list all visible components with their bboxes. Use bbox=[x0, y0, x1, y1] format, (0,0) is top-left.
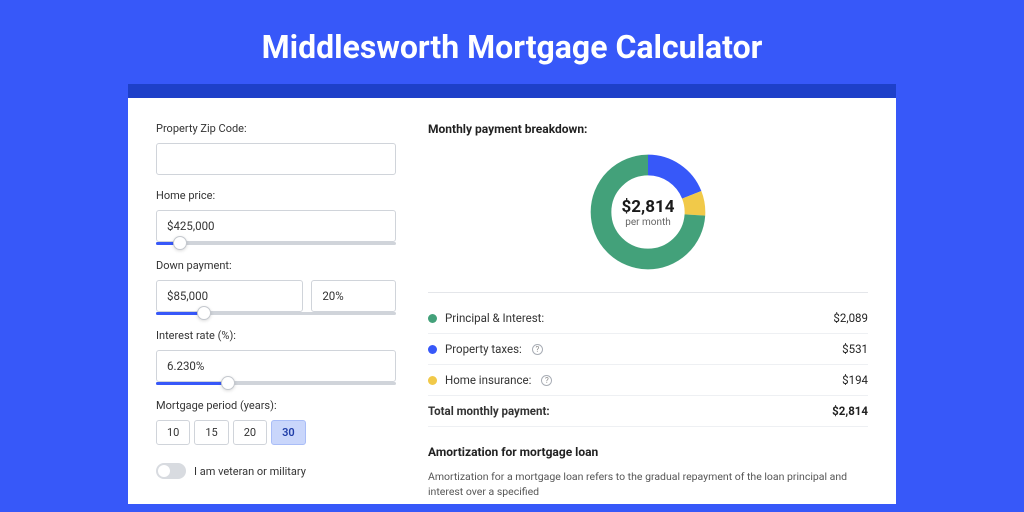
amortization-body: Amortization for a mortgage loan refers … bbox=[428, 469, 868, 499]
down-payment-percent-input[interactable] bbox=[311, 280, 396, 312]
donut-amount: $2,814 bbox=[622, 197, 675, 217]
period-button-group: 10152030 bbox=[156, 420, 396, 445]
veteran-label: I am veteran or military bbox=[194, 465, 306, 478]
info-icon[interactable]: ? bbox=[532, 344, 543, 355]
period-button-10[interactable]: 10 bbox=[156, 420, 190, 445]
zip-label: Property Zip Code: bbox=[156, 122, 396, 135]
page-title: Middlesworth Mortgage Calculator bbox=[0, 0, 1024, 84]
interest-label: Interest rate (%): bbox=[156, 329, 396, 342]
zip-field: Property Zip Code: bbox=[156, 122, 396, 175]
down-payment-label: Down payment: bbox=[156, 259, 396, 272]
breakdown-heading: Monthly payment breakdown: bbox=[428, 122, 868, 136]
down-payment-field: Down payment: bbox=[156, 259, 396, 315]
veteran-row: I am veteran or military bbox=[156, 463, 396, 479]
toggle-knob bbox=[158, 465, 170, 477]
breakdown-label: Principal & Interest: bbox=[445, 311, 544, 325]
legend-dot bbox=[428, 314, 437, 323]
breakdown-label: Property taxes: bbox=[445, 342, 522, 356]
breakdown-value: $2,089 bbox=[833, 311, 868, 325]
breakdown-value: $531 bbox=[842, 342, 868, 356]
legend-dot bbox=[428, 345, 437, 354]
slider-handle[interactable] bbox=[173, 236, 187, 250]
interest-slider[interactable] bbox=[156, 382, 396, 385]
interest-input[interactable] bbox=[156, 350, 396, 382]
total-label: Total monthly payment: bbox=[428, 404, 550, 418]
home-price-slider[interactable] bbox=[156, 242, 396, 245]
breakdown-value: $194 bbox=[842, 373, 868, 387]
results-column: Monthly payment breakdown: $2,814 per mo… bbox=[428, 122, 868, 494]
breakdown-label: Home insurance: bbox=[445, 373, 531, 387]
divider bbox=[428, 292, 868, 293]
total-value: $2,814 bbox=[832, 404, 868, 418]
down-payment-slider[interactable] bbox=[156, 312, 396, 315]
home-price-field: Home price: bbox=[156, 189, 396, 245]
period-field: Mortgage period (years): 10152030 bbox=[156, 399, 396, 445]
breakdown-row: Home insurance:? $194 bbox=[428, 365, 868, 396]
info-icon[interactable]: ? bbox=[541, 375, 552, 386]
interest-field: Interest rate (%): bbox=[156, 329, 396, 385]
donut-center: $2,814 per month bbox=[586, 150, 710, 274]
period-button-30[interactable]: 30 bbox=[271, 420, 306, 445]
breakdown-row: Property taxes:? $531 bbox=[428, 334, 868, 365]
slider-handle[interactable] bbox=[197, 306, 211, 320]
period-button-15[interactable]: 15 bbox=[194, 420, 228, 445]
period-button-20[interactable]: 20 bbox=[233, 420, 267, 445]
veteran-toggle[interactable] bbox=[156, 463, 186, 479]
slider-handle[interactable] bbox=[221, 376, 235, 390]
home-price-input[interactable] bbox=[156, 210, 396, 242]
inputs-column: Property Zip Code: Home price: Down paym… bbox=[156, 122, 396, 494]
calculator-frame: Property Zip Code: Home price: Down paym… bbox=[128, 84, 896, 504]
amortization-heading: Amortization for mortgage loan bbox=[428, 445, 868, 459]
legend-dot bbox=[428, 376, 437, 385]
breakdown-total-row: Total monthly payment: $2,814 bbox=[428, 396, 868, 427]
calculator-card: Property Zip Code: Home price: Down paym… bbox=[128, 98, 896, 504]
donut-sub: per month bbox=[625, 217, 671, 228]
zip-input[interactable] bbox=[156, 143, 396, 175]
breakdown-row: Principal & Interest: $2,089 bbox=[428, 303, 868, 334]
home-price-label: Home price: bbox=[156, 189, 396, 202]
donut-chart: $2,814 per month bbox=[586, 150, 710, 274]
period-label: Mortgage period (years): bbox=[156, 399, 396, 412]
donut-chart-wrap: $2,814 per month bbox=[428, 150, 868, 274]
down-payment-amount-input[interactable] bbox=[156, 280, 303, 312]
